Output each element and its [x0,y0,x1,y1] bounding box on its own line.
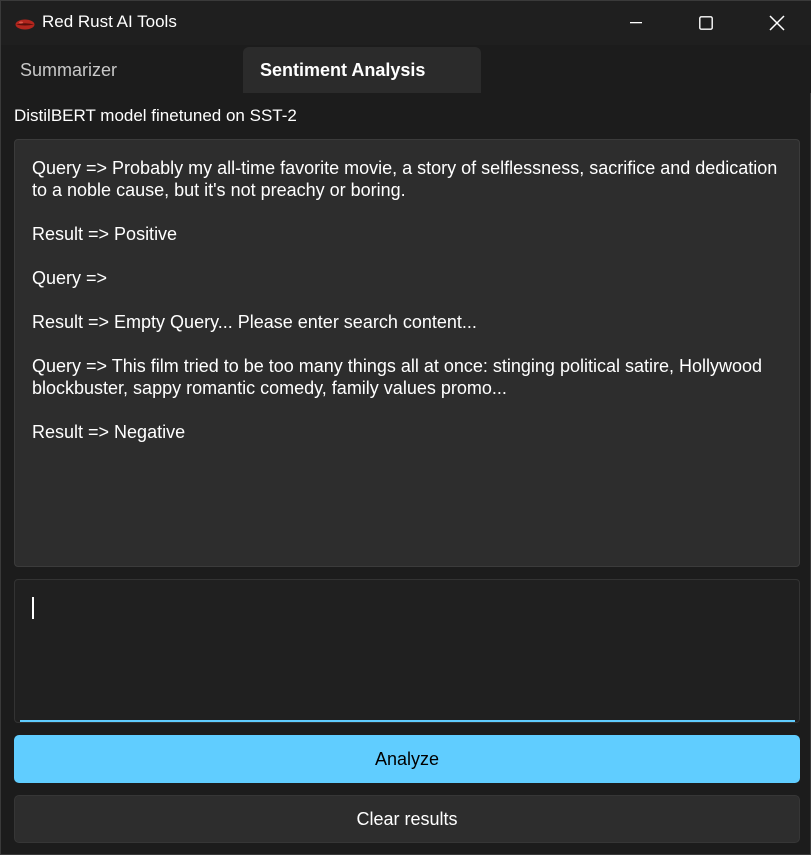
maximize-icon [699,16,713,30]
input-focus-underline [20,720,795,722]
title-bar[interactable]: Red Rust AI Tools [1,1,811,45]
tab-bar: Summarizer Sentiment Analysis [1,45,811,93]
query-input[interactable] [31,596,781,706]
window-title: Red Rust AI Tools [42,12,177,31]
tab-summarizer[interactable]: Summarizer [1,47,241,93]
tab-sentiment-analysis[interactable]: Sentiment Analysis [243,47,481,93]
maximize-button[interactable] [671,1,741,45]
close-icon [769,15,785,31]
close-button[interactable] [742,1,811,45]
lips-icon [15,17,35,30]
model-label: DistilBERT model finetuned on SST-2 [14,106,297,125]
analyze-button[interactable]: Analyze [14,735,800,783]
query-input-box[interactable] [14,579,800,723]
minimize-icon [630,22,642,24]
app-window: Red Rust AI Tools Summarizer Sentiment A… [0,0,811,855]
results-output[interactable]: Query => Probably my all-time favorite m… [14,139,800,567]
clear-results-button[interactable]: Clear results [14,795,800,843]
minimize-button[interactable] [601,1,671,45]
text-caret [32,597,34,619]
